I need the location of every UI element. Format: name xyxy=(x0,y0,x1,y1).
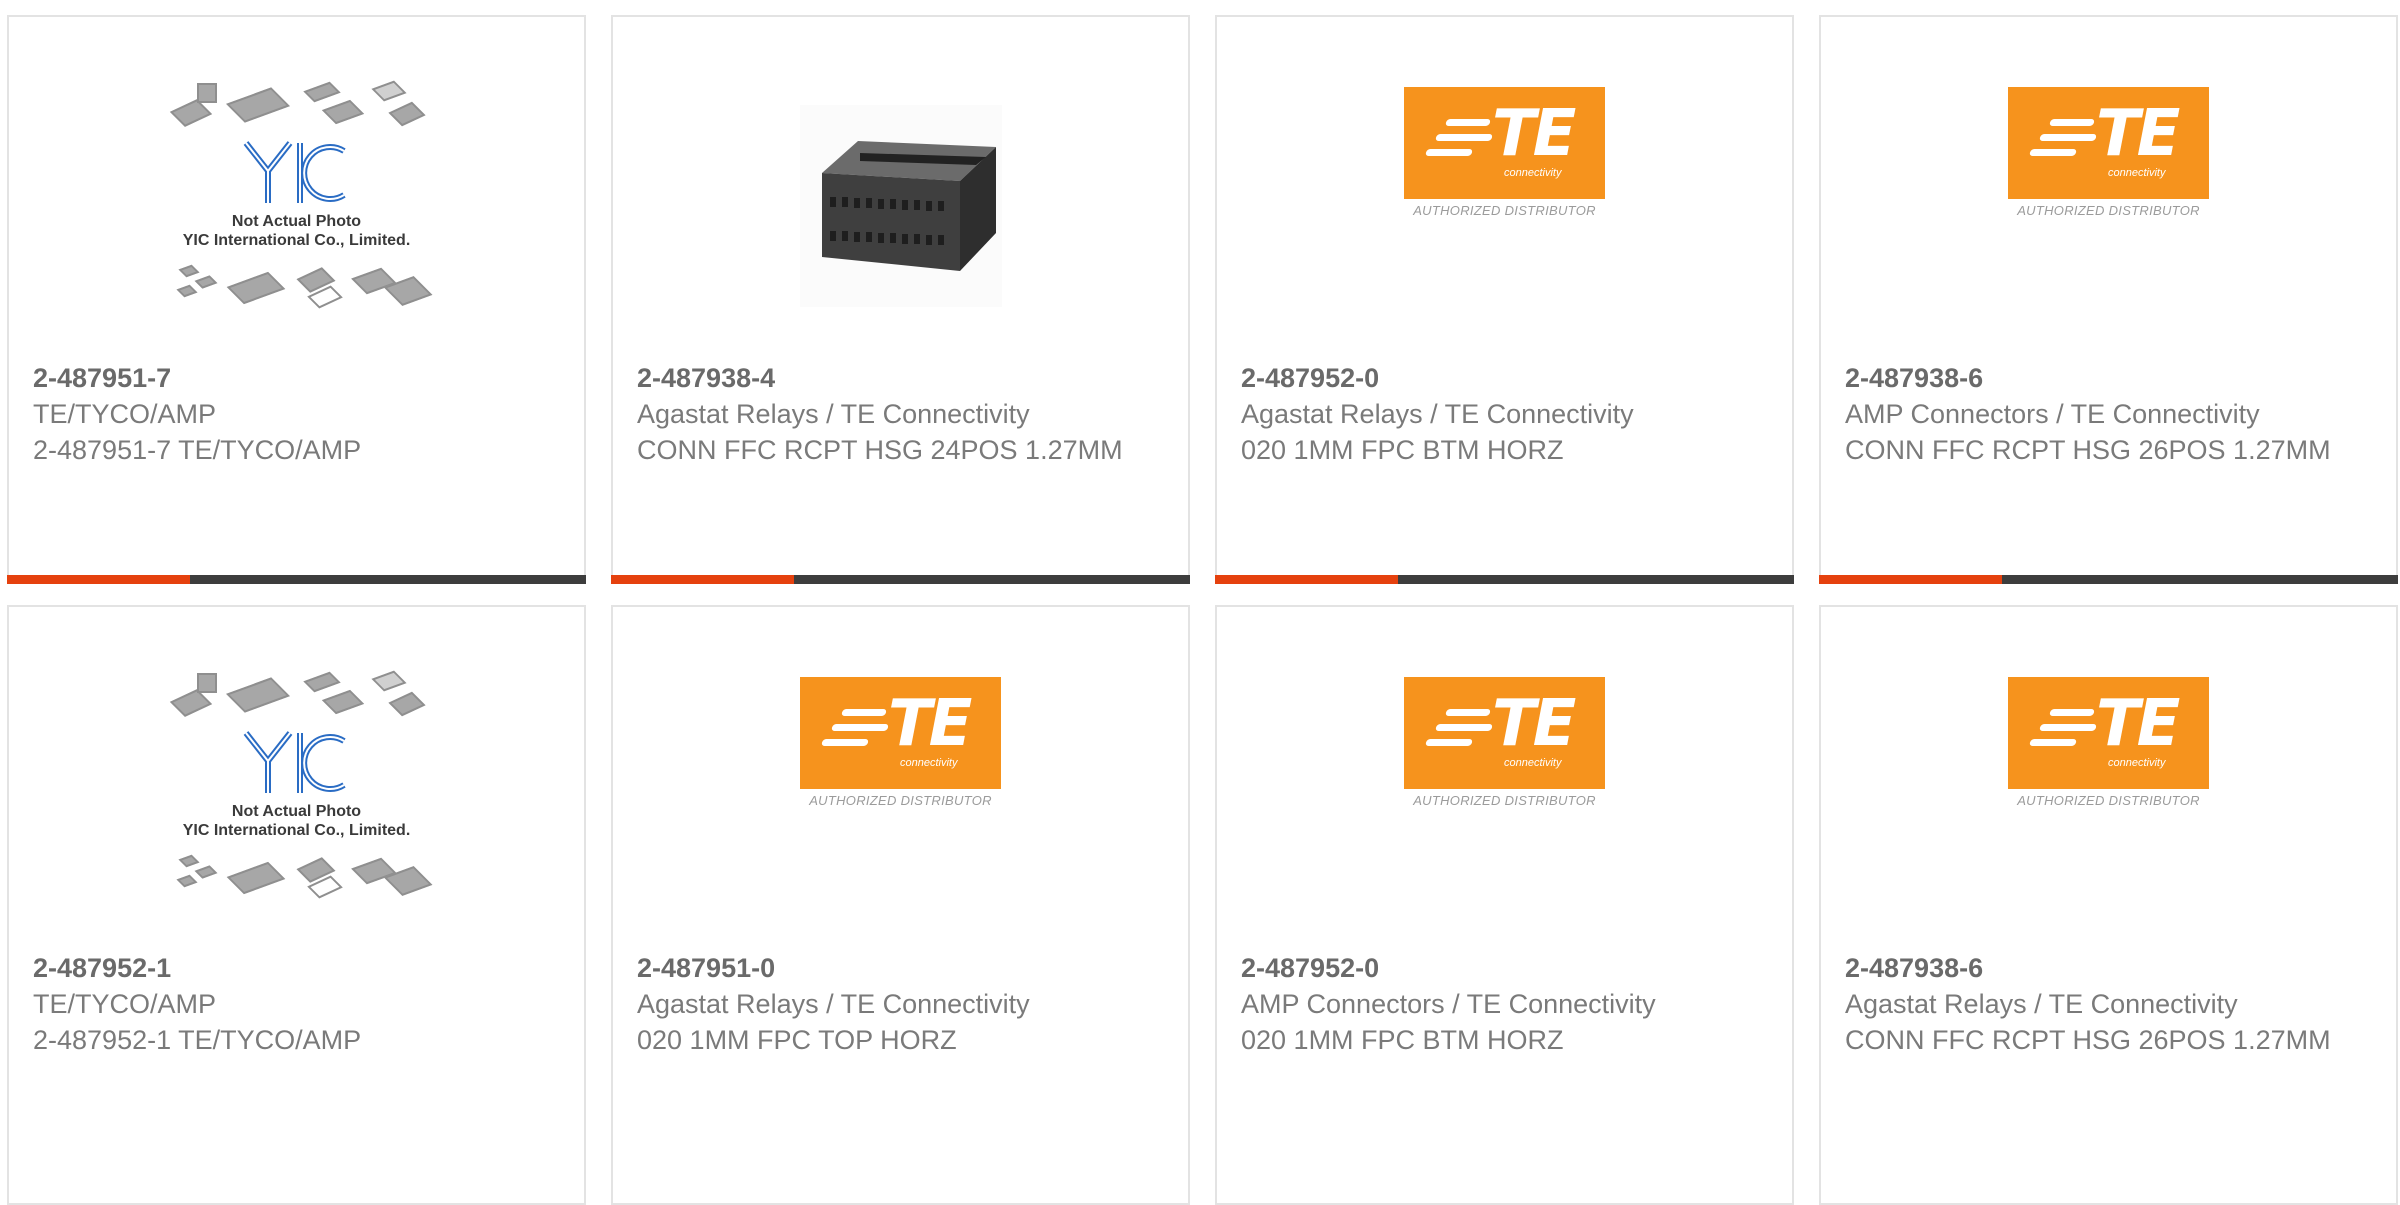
card-bottom-bar xyxy=(1819,575,2398,584)
product-thumbnail[interactable]: TE connectivity AUTHORIZED DISTRIBUTOR xyxy=(1217,677,1792,957)
product-card[interactable]: Not Actual Photo YIC International Co., … xyxy=(7,15,586,584)
card-bottom-bar xyxy=(611,575,1190,584)
product-info: 2-487951-0 Agastat Relays / TE Connectivi… xyxy=(637,950,1164,1058)
manufacturer: Agastat Relays / TE Connectivity xyxy=(1241,399,1634,429)
product-card[interactable]: TE connectivity AUTHORIZED DISTRIBUTOR 2… xyxy=(1215,605,1794,1205)
product-thumbnail[interactable]: TE connectivity AUTHORIZED DISTRIBUTOR xyxy=(1217,87,1792,367)
description: CONN FFC RCPT HSG 26POS 1.27MM xyxy=(1845,1025,2331,1055)
logo-caption: AUTHORIZED DISTRIBUTOR xyxy=(2017,793,2200,808)
description: 020 1MM FPC BTM HORZ xyxy=(1241,435,1564,465)
product-card[interactable]: 2-487938-4 Agastat Relays / TE Connectivi… xyxy=(611,15,1190,584)
product-info: 2-487938-6 Agastat Relays / TE Connectivi… xyxy=(1845,950,2372,1058)
card-bottom-bar xyxy=(1215,575,1794,584)
part-number-link[interactable]: 2-487952-1 xyxy=(33,950,560,986)
manufacturer: AMP Connectors / TE Connectivity xyxy=(1241,989,1656,1019)
product-info: 2-487938-4 Agastat Relays / TE Connectivi… xyxy=(637,360,1164,468)
product-thumbnail[interactable]: Not Actual Photo YIC International Co., … xyxy=(9,80,584,367)
placeholder-caption: Not Actual Photo YIC International Co., … xyxy=(182,213,411,249)
logo-caption: AUTHORIZED DISTRIBUTOR xyxy=(2017,203,2200,218)
part-number-link[interactable]: 2-487951-7 xyxy=(33,360,560,396)
te-connectivity-logo: TE connectivity AUTHORIZED DISTRIBUTOR xyxy=(2007,677,2210,808)
product-grid: Not Actual Photo YIC International Co., … xyxy=(7,15,2400,1205)
product-info: 2-487951-7 TE/TYCO/AMP 2-487951-7 TE/TYCO/… xyxy=(33,360,560,468)
product-info: 2-487952-0 AMP Connectors / TE Connectivi… xyxy=(1241,950,1768,1058)
product-info: 2-487938-6 AMP Connectors / TE Connectivi… xyxy=(1845,360,2372,468)
description: 020 1MM FPC BTM HORZ xyxy=(1241,1025,1564,1055)
product-thumbnail[interactable]: Not Actual Photo YIC International Co., … xyxy=(9,670,584,957)
description: 2-487951-7 TE/TYCO/AMP xyxy=(33,435,362,465)
te-connectivity-logo: TE connectivity AUTHORIZED DISTRIBUTOR xyxy=(2007,87,2210,218)
card-accent-bar xyxy=(1819,575,2002,584)
placeholder-caption: Not Actual Photo YIC International Co., … xyxy=(182,803,411,839)
product-thumbnail[interactable]: TE connectivity AUTHORIZED DISTRIBUTOR xyxy=(613,677,1188,957)
product-info: 2-487952-0 Agastat Relays / TE Connectivi… xyxy=(1241,360,1768,468)
connector-photo xyxy=(799,105,1002,307)
product-card[interactable]: TE connectivity AUTHORIZED DISTRIBUTOR 2… xyxy=(1215,15,1794,584)
placeholder-image: Not Actual Photo YIC International Co., … xyxy=(162,670,432,906)
part-number-link[interactable]: 2-487938-6 xyxy=(1845,950,2372,986)
logo-caption: AUTHORIZED DISTRIBUTOR xyxy=(1413,203,1596,218)
card-bottom-bar xyxy=(7,575,586,584)
part-number-link[interactable]: 2-487952-0 xyxy=(1241,360,1768,396)
product-card[interactable]: TE connectivity AUTHORIZED DISTRIBUTOR 2… xyxy=(611,605,1190,1205)
te-connectivity-logo: TE connectivity AUTHORIZED DISTRIBUTOR xyxy=(1403,677,1606,808)
manufacturer: Agastat Relays / TE Connectivity xyxy=(1845,989,2238,1019)
part-number-link[interactable]: 2-487938-4 xyxy=(637,360,1164,396)
te-connectivity-logo: TE connectivity AUTHORIZED DISTRIBUTOR xyxy=(1403,87,1606,218)
card-accent-bar xyxy=(611,575,794,584)
logo-caption: AUTHORIZED DISTRIBUTOR xyxy=(809,793,992,808)
product-info: 2-487952-1 TE/TYCO/AMP 2-487952-1 TE/TYCO/… xyxy=(33,950,560,1058)
manufacturer: Agastat Relays / TE Connectivity xyxy=(637,399,1030,429)
product-card[interactable]: Not Actual Photo YIC International Co., … xyxy=(7,605,586,1205)
manufacturer: TE/TYCO/AMP xyxy=(33,989,217,1019)
placeholder-image: Not Actual Photo YIC International Co., … xyxy=(162,80,432,316)
product-thumbnail[interactable]: TE connectivity AUTHORIZED DISTRIBUTOR xyxy=(1821,677,2396,957)
card-accent-bar xyxy=(7,575,190,584)
description: CONN FFC RCPT HSG 26POS 1.27MM xyxy=(1845,435,2331,465)
product-thumbnail[interactable] xyxy=(613,87,1188,367)
manufacturer: Agastat Relays / TE Connectivity xyxy=(637,989,1030,1019)
logo-caption: AUTHORIZED DISTRIBUTOR xyxy=(1413,793,1596,808)
description: 2-487952-1 TE/TYCO/AMP xyxy=(33,1025,362,1055)
part-number-link[interactable]: 2-487952-0 xyxy=(1241,950,1768,986)
description: 020 1MM FPC TOP HORZ xyxy=(637,1025,957,1055)
description: CONN FFC RCPT HSG 24POS 1.27MM xyxy=(637,435,1123,465)
card-accent-bar xyxy=(1215,575,1398,584)
manufacturer: AMP Connectors / TE Connectivity xyxy=(1845,399,2260,429)
product-thumbnail[interactable]: TE connectivity AUTHORIZED DISTRIBUTOR xyxy=(1821,87,2396,367)
part-number-link[interactable]: 2-487938-6 xyxy=(1845,360,2372,396)
part-number-link[interactable]: 2-487951-0 xyxy=(637,950,1164,986)
product-card[interactable]: TE connectivity AUTHORIZED DISTRIBUTOR 2… xyxy=(1819,15,2398,584)
manufacturer: TE/TYCO/AMP xyxy=(33,399,217,429)
te-connectivity-logo: TE connectivity AUTHORIZED DISTRIBUTOR xyxy=(799,677,1002,808)
product-card[interactable]: TE connectivity AUTHORIZED DISTRIBUTOR 2… xyxy=(1819,605,2398,1205)
